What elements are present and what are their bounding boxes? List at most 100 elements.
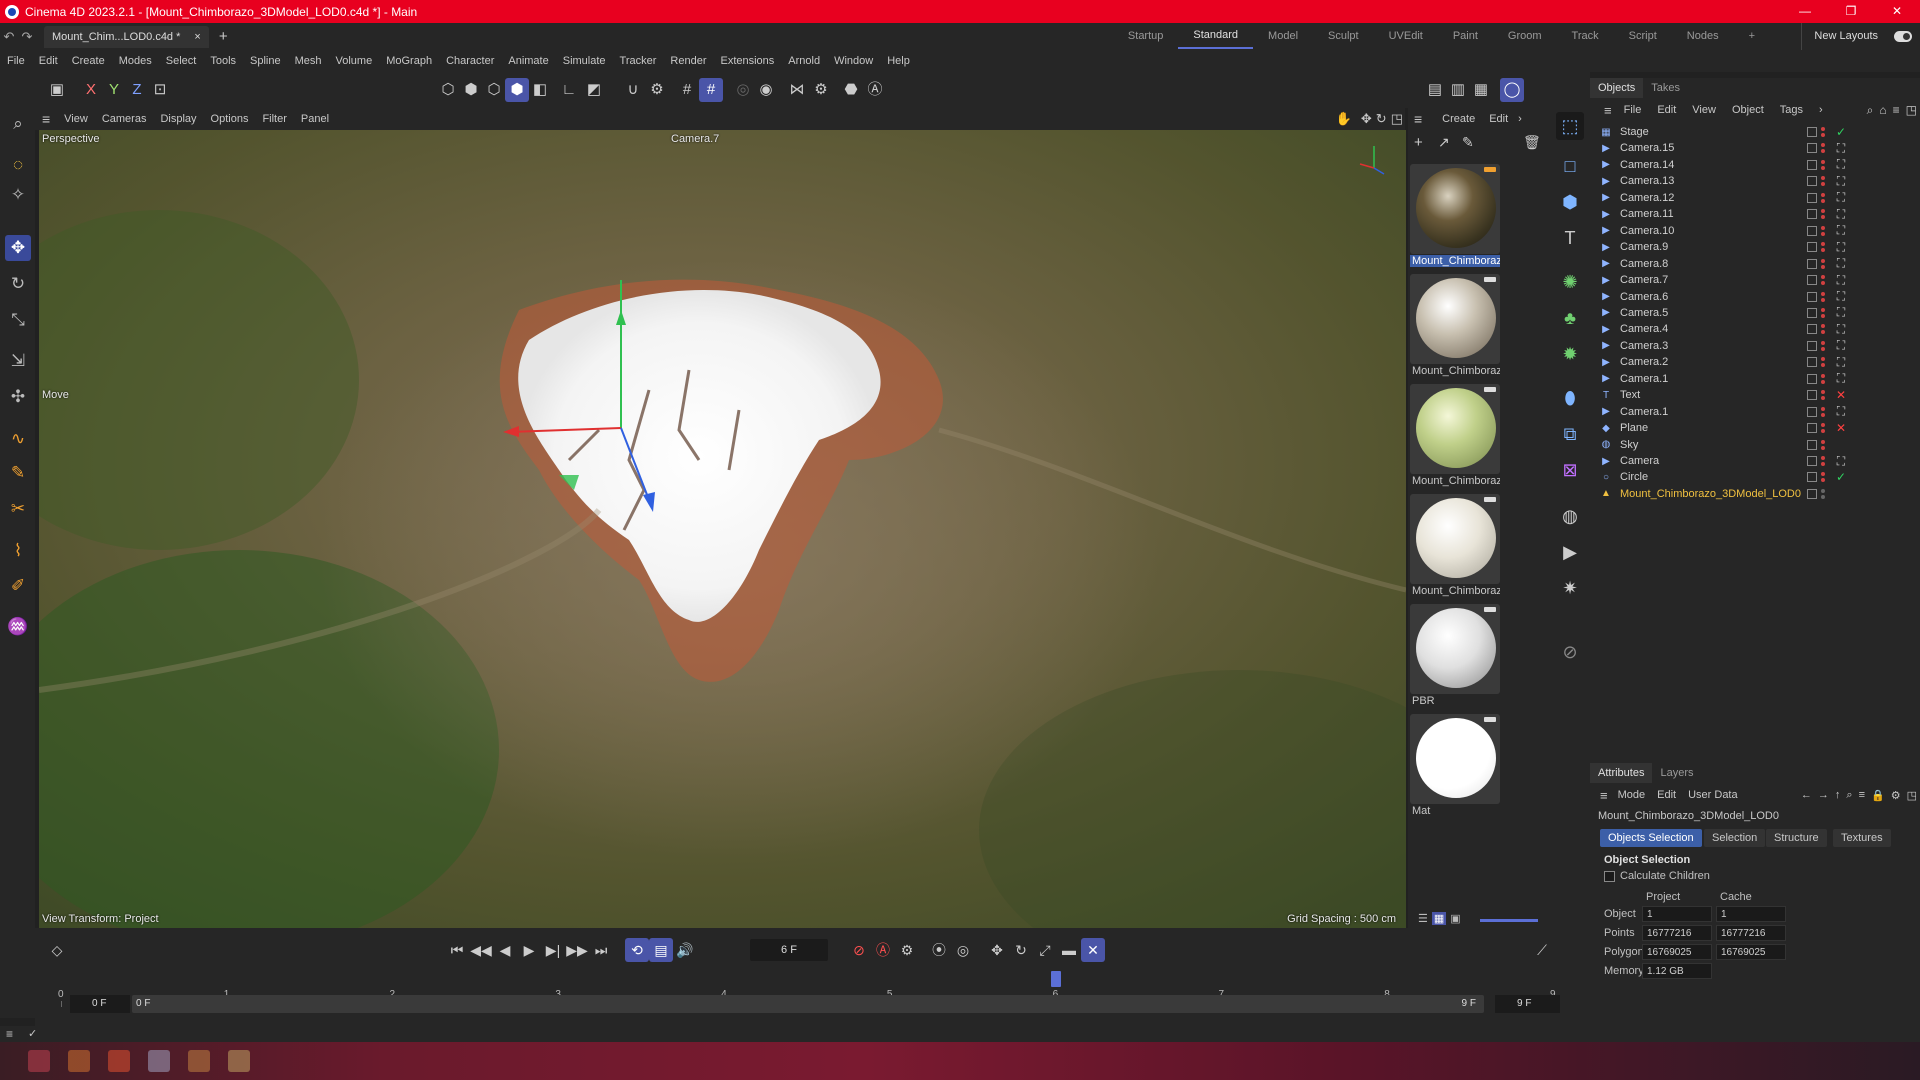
layer-toggle[interactable] xyxy=(1807,390,1817,401)
rotate-tool-icon[interactable]: ↻ xyxy=(5,271,31,297)
tab-objects[interactable]: Objects xyxy=(1590,78,1644,98)
mograph-icon[interactable]: ⊠ xyxy=(1556,456,1584,484)
object-menu-object[interactable]: Object xyxy=(1724,104,1772,116)
trash-icon[interactable]: 🗑 xyxy=(1523,134,1541,151)
effector-icon[interactable]: ✹ xyxy=(1556,340,1584,368)
visibility-dots[interactable] xyxy=(1821,258,1827,269)
object-row[interactable]: ▶ Camera.14 ⛶ xyxy=(1600,157,1918,173)
layer-toggle[interactable] xyxy=(1807,192,1817,203)
soft-selection-icon[interactable]: ✣ xyxy=(5,384,31,410)
status-menu-icon[interactable]: ≡ xyxy=(6,1026,13,1042)
light-icon[interactable]: ✷ xyxy=(1556,574,1584,602)
visibility-dots[interactable] xyxy=(1821,390,1827,401)
target-icon[interactable]: ⛶ xyxy=(1835,404,1847,419)
calculate-children-checkbox[interactable] xyxy=(1604,871,1615,882)
layer-toggle[interactable] xyxy=(1807,242,1817,253)
menu-tracker[interactable]: Tracker xyxy=(613,55,664,67)
object-row[interactable]: ▶ Camera ⛶ xyxy=(1600,453,1918,469)
back-arrow-icon[interactable]: ← xyxy=(1798,789,1815,801)
playback-rate-icon[interactable]: ▤ xyxy=(649,938,673,962)
next-key-icon[interactable]: ▶▶ xyxy=(565,938,589,962)
move-tool-icon[interactable]: ✥ xyxy=(5,235,31,261)
list-view-icon[interactable]: ☰ xyxy=(1418,912,1428,925)
layer-toggle[interactable] xyxy=(1807,456,1817,466)
object-menu-edit[interactable]: Edit xyxy=(1649,104,1684,116)
pan-view-icon[interactable]: ✋ xyxy=(1329,111,1359,127)
brush-tool-icon[interactable]: ⌇ xyxy=(5,538,31,564)
record-icon[interactable]: ⊘ xyxy=(847,938,871,962)
material-item[interactable]: Mount_Chimborazo xyxy=(1410,164,1500,267)
visibility-dots[interactable] xyxy=(1821,275,1827,286)
viewport-menu-filter[interactable]: Filter xyxy=(255,113,293,125)
arrow-icon[interactable]: ↗ xyxy=(1438,134,1450,151)
object-row[interactable]: ▶ Camera.6 ⛶ xyxy=(1600,289,1918,305)
layout-paint[interactable]: Paint xyxy=(1438,23,1493,50)
close-window-button[interactable]: ✕ xyxy=(1874,0,1920,23)
new-layouts-button[interactable]: New Layouts xyxy=(1801,23,1878,50)
target-icon[interactable]: ⛶ xyxy=(1835,174,1847,189)
target-icon[interactable]: ⛶ xyxy=(1835,157,1847,172)
points-mode-icon[interactable]: ⬢ xyxy=(459,78,483,102)
add-layout-button[interactable]: + xyxy=(1734,23,1770,50)
layout-script[interactable]: Script xyxy=(1614,23,1672,50)
redo-icon[interactable]: ↷ xyxy=(18,29,36,45)
object-row[interactable]: ▦ Stage ✓ xyxy=(1600,124,1918,140)
viewport-menu-view[interactable]: View xyxy=(57,113,95,125)
axis-y-toggle[interactable]: Y xyxy=(102,78,126,102)
layer-toggle[interactable] xyxy=(1807,209,1817,220)
menu-tools[interactable]: Tools xyxy=(203,55,243,67)
render-queue-icon[interactable]: ▦ xyxy=(1469,78,1493,102)
viewport-hamburger-icon[interactable]: ≡ xyxy=(35,111,57,127)
layout-uvedit[interactable]: UVEdit xyxy=(1374,23,1438,50)
generator-icon[interactable]: ✺ xyxy=(1556,268,1584,296)
object-row[interactable]: ▶ Camera.8 ⛶ xyxy=(1600,256,1918,272)
tab-layers[interactable]: Layers xyxy=(1652,763,1701,783)
visibility-dots[interactable] xyxy=(1821,159,1827,170)
target-icon[interactable]: ⛶ xyxy=(1835,207,1847,222)
visibility-dots[interactable] xyxy=(1821,307,1827,318)
text-tool-icon[interactable]: T xyxy=(1556,224,1584,252)
eyedropper-icon[interactable]: ✎ xyxy=(1462,134,1474,151)
coordinate-system-icon[interactable]: ▣ xyxy=(45,78,69,102)
layer-toggle[interactable] xyxy=(1807,143,1817,154)
play-icon[interactable]: ▶ xyxy=(517,938,541,962)
layer-toggle[interactable] xyxy=(1807,225,1817,236)
target-icon[interactable]: ⛶ xyxy=(1835,141,1847,156)
visibility-dots[interactable] xyxy=(1821,324,1827,335)
axis-z-toggle[interactable]: Z xyxy=(125,78,149,102)
menu-character[interactable]: Character xyxy=(439,55,501,67)
visibility-dots[interactable] xyxy=(1821,439,1827,450)
forward-arrow-icon[interactable]: → xyxy=(1815,789,1832,801)
object-row[interactable]: ▲ Mount_Chimborazo_3DModel_LOD0 xyxy=(1600,486,1918,502)
viewport-menu-panel[interactable]: Panel xyxy=(294,113,336,125)
visibility-dots[interactable] xyxy=(1821,456,1827,466)
keyframe-selection-icon[interactable]: ⦿ xyxy=(927,938,951,962)
menu-extensions[interactable]: Extensions xyxy=(713,55,781,67)
layer-toggle[interactable] xyxy=(1807,423,1817,434)
object-row[interactable]: ▶ Camera.13 ⛶ xyxy=(1600,173,1918,189)
expand-icon[interactable]: ◳ xyxy=(1904,789,1920,802)
attribute-menu-mode[interactable]: Mode xyxy=(1612,789,1652,801)
fcurve-editor-icon[interactable]: ⟋ xyxy=(1530,938,1554,962)
object-row[interactable]: ▶ Camera.1 ⛶ xyxy=(1600,371,1918,387)
layout-model[interactable]: Model xyxy=(1253,23,1313,50)
taskbar-app-icon[interactable] xyxy=(228,1050,250,1072)
field-icon[interactable]: ⧉ xyxy=(1556,420,1584,448)
previous-frame-icon[interactable]: ◀ xyxy=(493,938,517,962)
close-tab-icon[interactable]: × xyxy=(194,31,200,43)
symmetry-icon[interactable]: ⋈ xyxy=(785,78,809,102)
layer-toggle[interactable] xyxy=(1807,127,1817,137)
layer-toggle[interactable] xyxy=(1807,324,1817,335)
target-icon[interactable]: ⛶ xyxy=(1835,190,1847,205)
range-start-field[interactable]: 0 F xyxy=(70,995,130,1013)
add-material-icon[interactable]: + xyxy=(1414,134,1423,151)
object-row[interactable]: ▶ Camera.10 ⛶ xyxy=(1600,223,1918,239)
axis-mode-icon[interactable]: ∟ xyxy=(557,78,581,102)
search-icon[interactable]: ⌕ xyxy=(1843,789,1855,802)
visibility-dots[interactable] xyxy=(1821,127,1827,137)
uv-mode-icon[interactable]: ◧ xyxy=(528,78,552,102)
target-icon[interactable]: ⛶ xyxy=(1835,338,1847,353)
subtab-structure[interactable]: Structure xyxy=(1766,829,1827,847)
layer-toggle[interactable] xyxy=(1807,488,1817,499)
object-row[interactable]: ◍ Sky xyxy=(1600,437,1918,453)
